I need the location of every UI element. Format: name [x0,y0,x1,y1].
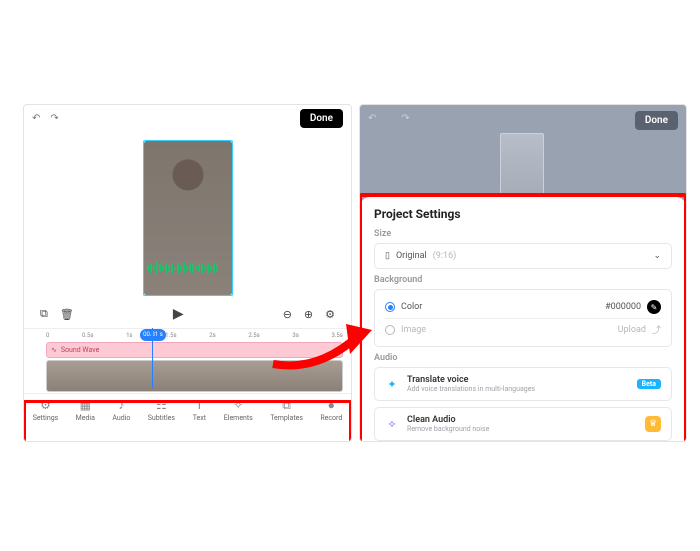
ruler-tick: 1s [126,332,132,339]
tool-label: Audio [112,414,130,422]
color-picker-icon[interactable]: ✎ [647,300,661,314]
media-icon: ▦ [78,398,92,412]
upload-icon: ⤴ [652,323,661,336]
tool-text[interactable]: T Text [192,398,206,422]
phone-icon: ▯ [385,251,390,261]
text-icon: T [192,398,206,412]
sound-wave-label: Sound Wave [61,346,99,354]
tool-elements[interactable]: ✧ Elements [224,398,253,422]
video-thumb-dimmed [500,133,544,207]
tool-audio[interactable]: ♪ Audio [112,398,130,422]
tool-settings[interactable]: ⚙ Settings [33,398,59,422]
done-button[interactable]: Done [300,109,343,128]
ruler-tick: 3s [292,332,298,339]
ruler-tick: 0.5s [82,332,93,339]
audio-waveform-overlay [144,261,232,275]
size-select[interactable]: ▯ Original (9:16) ⌄ [374,243,672,269]
translate-title: Translate voice [407,375,629,385]
settings-gear-icon[interactable]: ⚙ [325,308,335,321]
gear-icon: ⚙ [38,398,52,412]
done-button-dimmed: Done [635,111,678,130]
chevron-down-icon: ⌄ [653,251,661,261]
redo-icon: ↷ [401,113,409,124]
background-selector: Color #000000 ✎ Image Upload ⤴ [374,289,672,347]
redo-icon[interactable]: ↷ [50,113,58,124]
tool-label: Elements [224,414,253,422]
record-icon: ● [324,398,338,412]
tool-label: Settings [33,414,59,422]
clean-subtitle: Remove background noise [407,425,637,433]
tool-templates[interactable]: ⧉ Templates [270,398,303,422]
templates-icon: ⧉ [280,398,294,412]
wave-icon: ∿ [51,346,57,354]
tool-label: Templates [270,414,303,422]
beta-badge: Beta [637,379,661,389]
zoom-in-icon[interactable]: ⊕ [304,308,313,321]
bottom-toolbar: ⚙ Settings ▦ Media ♪ Audio ☷ Subtitles T Text… [24,393,351,424]
tool-media[interactable]: ▦ Media [76,398,95,422]
ruler-tick: 2s [209,332,215,339]
bg-image-label: Image [401,325,426,335]
sheet-title: Project Settings [374,207,672,221]
settings-panel: ↶ ↷ Done Project Settings Size ▯ Origina… [359,104,687,442]
sound-wave-track[interactable]: ∿ Sound Wave [46,342,343,358]
tool-label: Media [76,414,95,422]
audio-translate-voice[interactable]: ✦ Translate voice Add voice translations… [374,367,672,401]
ruler-tick: 2.5s [248,332,259,339]
section-label-background: Background [374,275,672,285]
size-value: Original [396,251,427,261]
ruler-tick: 3.5s [331,332,342,339]
section-label-size: Size [374,229,672,239]
translate-subtitle: Add voice translations in multi-language… [407,385,629,393]
tool-label: Text [193,414,206,422]
top-toolbar: ↶ ↷ Done [24,105,351,132]
audio-icon: ♪ [114,398,128,412]
timeline-ruler[interactable]: 0 0.5s 1s 1.5s 2s 2.5s 3s 3.5s 00.81 s [24,328,351,342]
elements-icon: ✧ [231,398,245,412]
clean-title: Clean Audio [407,415,637,425]
playback-controls: ⧉ 🗑 ▶ ⊖ ⊕ ⚙ [24,300,351,328]
tool-subtitles[interactable]: ☷ Subtitles [148,398,175,422]
bg-image-action[interactable]: Upload [618,325,646,335]
audio-clean-audio[interactable]: ✧ Clean Audio Remove background noise ♛ [374,407,672,441]
premium-badge-icon: ♛ [645,416,661,432]
translate-icon: ✦ [385,377,399,391]
bg-color-label: Color [401,302,422,312]
size-ratio: (9:16) [433,251,457,261]
radio-color[interactable] [385,302,395,312]
editor-panel: ↶ ↷ Done ⧉ 🗑 [23,104,352,442]
video-track[interactable] [46,360,343,392]
tool-label: Record [320,414,342,422]
ruler-tick: 0 [46,332,49,339]
undo-icon: ↶ [368,113,376,124]
subtitles-icon: ☷ [154,398,168,412]
tool-record[interactable]: ● Record [320,398,342,422]
play-icon[interactable]: ▶ [173,306,184,322]
tool-label: Subtitles [148,414,175,422]
ruler-tick: 1.5s [165,332,176,339]
zoom-out-icon[interactable]: ⊖ [283,308,292,321]
sparkle-icon: ✧ [385,417,399,431]
project-settings-sheet: Project Settings Size ▯ Original (9:16) … [360,197,686,441]
video-clip[interactable] [143,140,233,296]
section-label-audio: Audio [374,353,672,363]
trash-icon[interactable]: 🗑 [60,308,74,321]
playhead[interactable]: 00.81 s [140,329,166,341]
canvas-area [24,132,351,300]
undo-icon[interactable]: ↶ [32,113,40,124]
radio-image[interactable] [385,325,395,335]
duplicate-icon[interactable]: ⧉ [40,307,48,321]
bg-color-value: #000000 [605,302,641,312]
